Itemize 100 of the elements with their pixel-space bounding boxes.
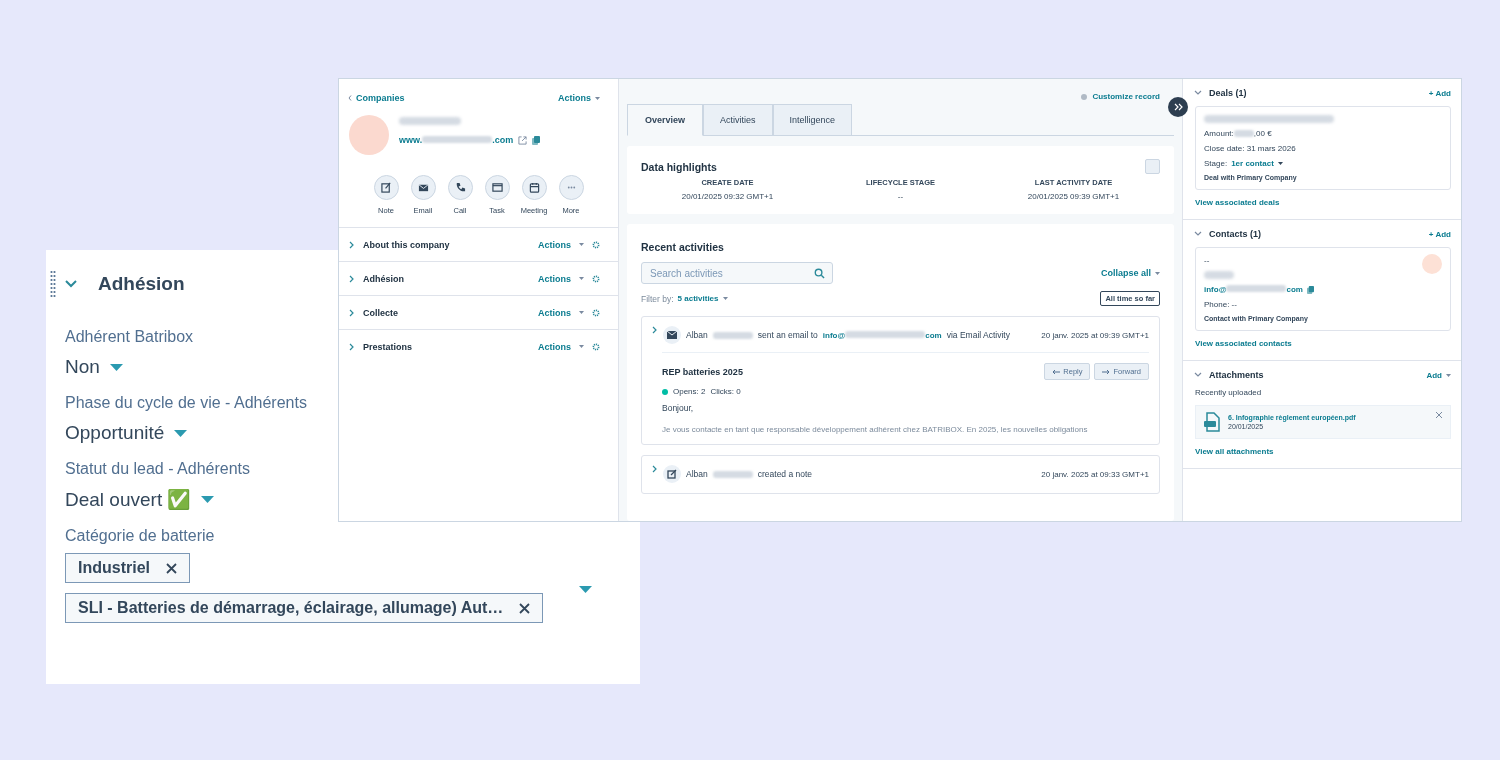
field-label: Catégorie de batterie bbox=[65, 527, 216, 545]
view-contacts-link[interactable]: View associated contacts bbox=[1195, 339, 1451, 348]
blurred-text bbox=[712, 470, 753, 478]
deal-amount-label: Amount: bbox=[1204, 129, 1234, 138]
copy-icon[interactable] bbox=[532, 135, 541, 145]
pencil-icon bbox=[380, 182, 392, 193]
activity-actor: Alban bbox=[686, 469, 708, 479]
blurred-text bbox=[712, 331, 753, 339]
chevron-icon[interactable] bbox=[65, 279, 77, 289]
view-deals-link[interactable]: View associated deals bbox=[1195, 198, 1451, 207]
recently-uploaded-label: Recently uploaded bbox=[1195, 388, 1263, 397]
envelope-icon bbox=[667, 331, 677, 339]
card-title: Recent activities bbox=[641, 241, 724, 253]
field-value: Non bbox=[65, 356, 100, 378]
field-label: Statut du lead - Adhérents bbox=[65, 460, 251, 478]
section-title[interactable]: Prestations bbox=[363, 341, 413, 352]
panel-title: Contacts (1) bbox=[1209, 229, 1261, 239]
deal-stage-label: Stage: bbox=[1204, 159, 1228, 168]
highlight-value: -- bbox=[897, 192, 904, 201]
clicks-count: Clicks: 0 bbox=[710, 387, 741, 396]
add-dropdown[interactable]: Add bbox=[1426, 370, 1442, 380]
field-label: Phase du cycle de vie - Adhérents bbox=[65, 394, 308, 412]
section-title[interactable]: Collecte bbox=[363, 307, 398, 318]
copy-icon[interactable] bbox=[1306, 285, 1314, 294]
website-link[interactable]: www. .com bbox=[399, 135, 514, 145]
quick-action-button[interactable] bbox=[447, 175, 473, 200]
field-value: Opportunité bbox=[65, 422, 165, 444]
expand-sidebar-button[interactable] bbox=[1168, 97, 1188, 117]
remove-icon[interactable] bbox=[166, 562, 177, 574]
chevron-icon[interactable] bbox=[349, 274, 355, 283]
quick-action-button[interactable] bbox=[373, 175, 399, 200]
chevron-icon[interactable] bbox=[349, 308, 355, 317]
quick-action-button[interactable] bbox=[521, 175, 547, 200]
settings-icon[interactable] bbox=[592, 342, 600, 351]
phone-icon bbox=[454, 182, 466, 193]
add-link[interactable]: + Add bbox=[1428, 88, 1451, 98]
customize-record-link[interactable]: Customize record bbox=[1092, 92, 1160, 101]
quick-action-button[interactable] bbox=[410, 175, 436, 200]
contact-avatar bbox=[1422, 254, 1442, 274]
quick-action-button[interactable] bbox=[484, 175, 510, 200]
tab[interactable]: Overview bbox=[627, 104, 704, 136]
tab[interactable]: Intelligence bbox=[772, 104, 853, 136]
add-link[interactable]: + Add bbox=[1428, 229, 1451, 239]
dropdown-caret-icon[interactable] bbox=[201, 496, 215, 503]
chevron-icon[interactable] bbox=[652, 326, 658, 334]
field-value: Deal ouvert ✅ bbox=[65, 488, 192, 511]
chevron-icon[interactable] bbox=[1194, 231, 1202, 237]
actions-dropdown[interactable]: Actions bbox=[538, 239, 571, 250]
activity-time: 20 janv. 2025 at 09:39 GMT+1 bbox=[1041, 330, 1149, 340]
double-chevron-icon bbox=[1173, 103, 1183, 111]
actions-dropdown[interactable]: Actions bbox=[538, 273, 571, 284]
filter-dropdown[interactable]: 5 activities bbox=[677, 294, 719, 303]
remove-icon[interactable] bbox=[519, 602, 531, 614]
activity-text: sent an email to bbox=[757, 330, 818, 340]
settings-icon[interactable] bbox=[592, 274, 600, 283]
status-dot-icon bbox=[662, 388, 668, 395]
panel-title: Attachments bbox=[1209, 370, 1264, 380]
actions-dropdown[interactable]: Actions bbox=[558, 93, 591, 103]
chevron-icon[interactable] bbox=[652, 465, 658, 473]
email-greeting: Bonjour, bbox=[662, 403, 695, 413]
opens-count: Opens: 2 bbox=[673, 387, 706, 396]
email-subject: REP batteries 2025 bbox=[662, 366, 743, 377]
blurred-text bbox=[1204, 271, 1234, 279]
dropdown-caret-icon[interactable] bbox=[579, 586, 592, 593]
section-title: Adhésion bbox=[98, 273, 185, 295]
blurred-text bbox=[399, 117, 461, 125]
chevron-icon[interactable] bbox=[349, 342, 355, 351]
actions-dropdown[interactable]: Actions bbox=[538, 341, 571, 352]
collapse-all-dropdown[interactable]: Collapse all bbox=[1100, 268, 1151, 278]
chevron-icon[interactable] bbox=[1194, 90, 1202, 96]
settings-icon[interactable] bbox=[592, 240, 600, 249]
external-link-icon[interactable] bbox=[518, 135, 528, 145]
chevron-icon[interactable] bbox=[349, 240, 355, 249]
pdf-file-icon bbox=[1204, 412, 1220, 432]
envelope-icon bbox=[417, 182, 429, 193]
reply-arrow-icon bbox=[1052, 368, 1061, 375]
field-label: Adhérent Batribox bbox=[65, 328, 195, 346]
activity-text: created a note bbox=[757, 469, 813, 479]
settings-icon[interactable] bbox=[592, 308, 600, 317]
window-icon bbox=[491, 182, 503, 193]
companies-back-link[interactable]: Companies bbox=[356, 93, 405, 103]
caret-icon[interactable] bbox=[1277, 162, 1283, 165]
drag-handle-icon[interactable] bbox=[50, 270, 56, 298]
search-field[interactable]: Search activities bbox=[641, 262, 833, 284]
stage-dropdown[interactable]: 1er contact bbox=[1231, 159, 1274, 168]
view-attachments-link[interactable]: View all attachments bbox=[1195, 447, 1451, 456]
dropdown-caret-icon[interactable] bbox=[174, 429, 188, 437]
section-title[interactable]: About this company bbox=[363, 239, 450, 250]
actions-dropdown[interactable]: Actions bbox=[538, 307, 571, 318]
blurred-text bbox=[1233, 130, 1254, 137]
search-icon[interactable] bbox=[814, 268, 825, 279]
section-title[interactable]: Adhésion bbox=[363, 273, 404, 284]
close-icon[interactable] bbox=[1436, 412, 1442, 418]
tab[interactable]: Activities bbox=[703, 104, 773, 136]
back-chevron-icon[interactable] bbox=[348, 95, 352, 101]
contact-name: -- bbox=[1204, 256, 1211, 265]
deal-amount: ,00 € bbox=[1253, 129, 1272, 138]
contact-email-link[interactable]: info@ com bbox=[1204, 285, 1303, 294]
dropdown-caret-icon[interactable] bbox=[109, 363, 123, 371]
chevron-icon[interactable] bbox=[1194, 372, 1202, 378]
